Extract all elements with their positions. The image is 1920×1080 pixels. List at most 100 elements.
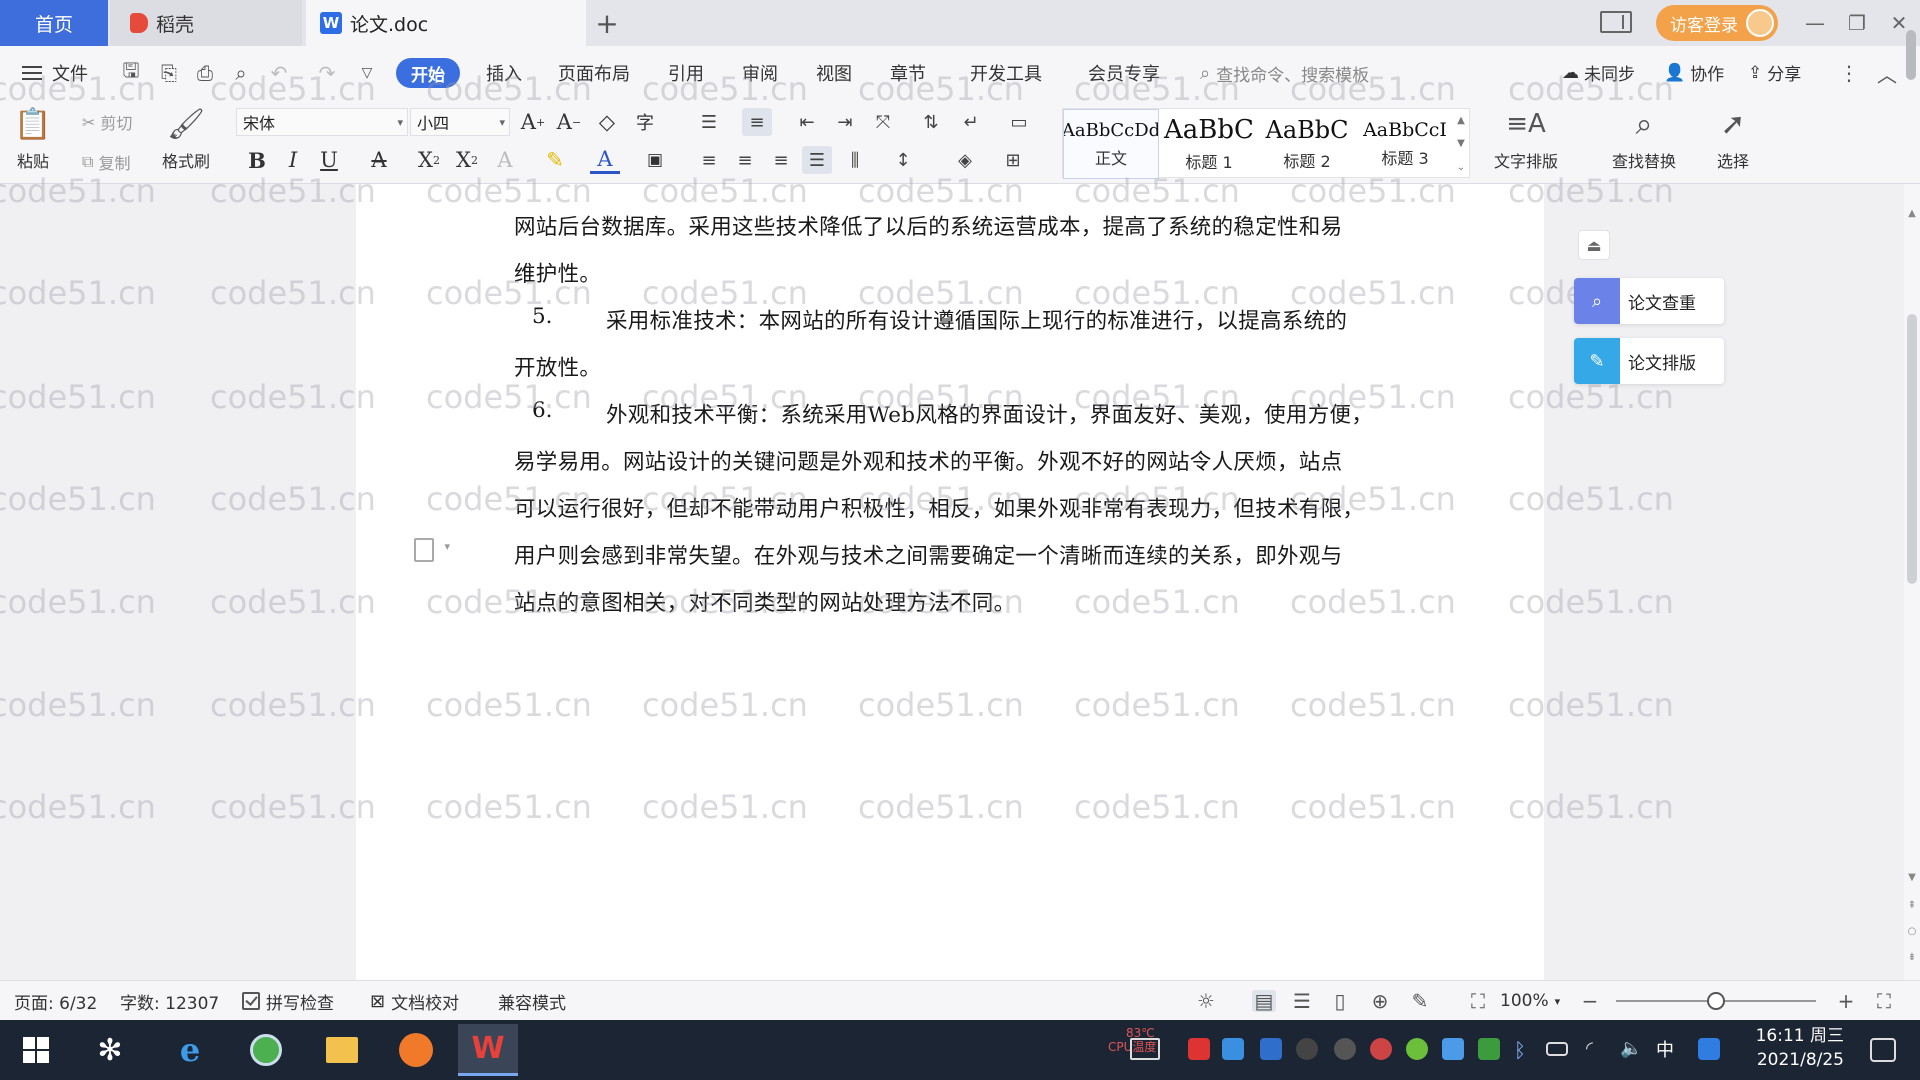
justify-icon[interactable]: ☰ bbox=[802, 146, 832, 174]
print-icon[interactable]: ⎙ bbox=[194, 61, 216, 85]
collapse-panel-button[interactable]: ⏏ bbox=[1578, 230, 1610, 260]
style-heading-3[interactable]: AaBbCcI 标题 3 bbox=[1357, 109, 1453, 179]
plus-tray-icon[interactable] bbox=[1406, 1038, 1428, 1060]
bullet-list-icon[interactable]: ☰ bbox=[694, 108, 724, 136]
bluetooth-icon[interactable]: ᛒ bbox=[1514, 1038, 1536, 1062]
file-explorer-icon[interactable] bbox=[312, 1024, 372, 1076]
scroll-down-icon[interactable]: ▼ bbox=[1906, 870, 1918, 884]
export-icon[interactable]: ⎘ bbox=[158, 61, 180, 85]
sort-icon[interactable]: ⇅ bbox=[916, 108, 946, 136]
style-heading-1[interactable]: AaBbC 标题 1 bbox=[1161, 109, 1257, 179]
menu-developer[interactable]: 开发工具 bbox=[970, 46, 1042, 100]
fit-page-icon[interactable]: ⛶ bbox=[1466, 989, 1490, 1013]
zoom-in-icon[interactable]: + bbox=[1834, 989, 1858, 1013]
tab-home[interactable]: 首页 bbox=[0, 0, 108, 46]
volume-icon[interactable]: 🔈 bbox=[1620, 1038, 1642, 1060]
borders-icon[interactable]: ⊞ bbox=[998, 146, 1028, 174]
align-left-icon[interactable]: ≡ bbox=[694, 146, 724, 174]
font-name-select[interactable]: 宋体 bbox=[236, 108, 408, 136]
chevron-down-icon[interactable]: ▼ bbox=[1457, 138, 1465, 149]
align-center-icon[interactable]: ≡ bbox=[730, 146, 760, 174]
write-mode-icon[interactable]: ✎ bbox=[1408, 989, 1432, 1013]
clear-format-icon[interactable]: ◇ bbox=[592, 108, 622, 136]
window-layout-icon[interactable] bbox=[1600, 11, 1632, 33]
find-replace-button[interactable]: ⌕ 查找替换 bbox=[1612, 106, 1676, 172]
app-tray-icon[interactable] bbox=[1442, 1038, 1464, 1060]
qq-tray-icon[interactable] bbox=[1296, 1038, 1318, 1060]
zoom-slider-handle[interactable] bbox=[1707, 992, 1725, 1010]
qq2-tray-icon[interactable] bbox=[1334, 1038, 1356, 1060]
tab-document[interactable]: W 论文.doc bbox=[306, 0, 586, 46]
input-tray-icon[interactable] bbox=[1698, 1038, 1720, 1060]
vertical-scrollbar[interactable]: ▲ ▼ ⇞ ○ ⇟ bbox=[1904, 184, 1920, 980]
cut-button[interactable]: ✂ 剪切 bbox=[82, 110, 132, 134]
collaborate-button[interactable]: 👤 协作 bbox=[1664, 60, 1724, 86]
redo-icon[interactable]: ↷ bbox=[316, 61, 338, 85]
zoom-out-icon[interactable]: − bbox=[1578, 989, 1602, 1013]
increase-font-icon[interactable]: A + bbox=[518, 108, 548, 136]
menu-page-layout[interactable]: 页面布局 bbox=[558, 46, 630, 100]
save-icon[interactable]: 🖫 bbox=[120, 58, 142, 84]
more-icon[interactable]: ⋮ bbox=[1838, 61, 1860, 85]
new-tab-button[interactable]: + bbox=[590, 6, 624, 40]
chinese-layout-icon[interactable]: ⤧ bbox=[868, 108, 898, 136]
scroll-thumb[interactable] bbox=[1907, 314, 1917, 584]
outline-view-icon[interactable]: ☰ bbox=[1290, 989, 1314, 1013]
reading-view-icon[interactable]: ▯ bbox=[1328, 989, 1352, 1013]
spell-check-button[interactable]: 拼写检查 bbox=[242, 981, 334, 1021]
prev-page-icon[interactable]: ⇞ bbox=[1906, 898, 1918, 912]
doc-proofread-button[interactable]: ⊠ 文档校对 bbox=[370, 981, 459, 1021]
web-view-icon[interactable]: ⊕ bbox=[1368, 989, 1392, 1013]
undo-icon[interactable]: ↶ bbox=[268, 61, 290, 85]
zoom-level-select[interactable]: 100% ▾ bbox=[1500, 981, 1560, 1021]
next-page-icon[interactable]: ⇟ bbox=[1906, 950, 1918, 964]
phonetic-guide-icon[interactable]: 字 bbox=[630, 108, 660, 136]
monitor-tray-icon[interactable] bbox=[1130, 1038, 1160, 1060]
paragraph-menu-icon[interactable] bbox=[414, 538, 450, 562]
battery-icon[interactable] bbox=[1546, 1042, 1568, 1056]
style-gallery-scroll[interactable]: ▲ ▼ ⌄ bbox=[1453, 109, 1469, 179]
antivirus-tray-icon[interactable] bbox=[1188, 1038, 1210, 1060]
decrease-indent-icon[interactable]: ⇤ bbox=[792, 108, 822, 136]
menu-references[interactable]: 引用 bbox=[668, 46, 704, 100]
strikethrough-icon[interactable]: A bbox=[364, 146, 394, 174]
pinwheel-app-icon[interactable]: ✻ bbox=[80, 1024, 140, 1076]
thesis-layout-button[interactable]: ✎ 论文排版 bbox=[1574, 338, 1724, 384]
fullscreen-icon[interactable]: ⛶ bbox=[1872, 989, 1896, 1013]
style-normal[interactable]: AaBbCcDd 正文 bbox=[1063, 109, 1159, 179]
print-preview-icon[interactable]: ⌕ bbox=[230, 61, 252, 85]
menu-chapter[interactable]: 章节 bbox=[890, 46, 926, 100]
expand-gallery-icon[interactable]: ⌄ bbox=[1457, 162, 1465, 173]
collapse-ribbon-icon[interactable]: ︿ bbox=[1876, 62, 1898, 87]
minimize-button[interactable]: — bbox=[1798, 6, 1832, 40]
menu-start[interactable]: 开始 bbox=[396, 58, 460, 88]
italic-icon[interactable]: I bbox=[278, 146, 308, 174]
underline-icon[interactable]: U bbox=[314, 146, 344, 174]
file-menu[interactable]: 文件 bbox=[22, 46, 88, 100]
font-size-select[interactable]: 小四 bbox=[410, 108, 510, 136]
page-view-icon[interactable]: ▤ bbox=[1252, 989, 1276, 1013]
highlight-icon[interactable]: ✎ bbox=[540, 146, 570, 174]
distributed-align-icon[interactable]: ⫼ bbox=[840, 146, 870, 174]
network-tray-icon[interactable] bbox=[1222, 1038, 1244, 1060]
align-right-icon[interactable]: ≡ bbox=[766, 146, 796, 174]
text-effect-icon[interactable]: A bbox=[490, 146, 520, 174]
guest-login-button[interactable]: 访客登录 bbox=[1656, 5, 1778, 41]
subscript-icon[interactable]: X2 bbox=[452, 146, 482, 174]
customize-toolbar-icon[interactable]: ▽ bbox=[356, 62, 378, 84]
360-browser-icon[interactable] bbox=[236, 1024, 296, 1076]
shading-icon[interactable]: ◈ bbox=[950, 146, 980, 174]
wifi-icon[interactable]: ◜ bbox=[1586, 1038, 1608, 1060]
chevron-up-icon[interactable]: ▲ bbox=[1457, 115, 1465, 126]
font-color-icon[interactable]: A bbox=[590, 146, 620, 174]
tab-daoke[interactable]: 稻壳 bbox=[110, 0, 302, 46]
wps-taskbar-icon[interactable]: W bbox=[458, 1024, 518, 1076]
select-button[interactable]: ➚ 选择 bbox=[1716, 106, 1750, 172]
menu-insert[interactable]: 插入 bbox=[486, 46, 522, 100]
increase-indent-icon[interactable]: ⇥ bbox=[830, 108, 860, 136]
face-app-icon[interactable] bbox=[386, 1024, 446, 1076]
select-browse-icon[interactable]: ○ bbox=[1906, 924, 1918, 938]
scroll-up-icon[interactable]: ▲ bbox=[1906, 206, 1918, 220]
format-painter-button[interactable]: 🖌 格式刷 bbox=[162, 106, 210, 172]
nvidia-tray-icon[interactable] bbox=[1478, 1038, 1500, 1060]
